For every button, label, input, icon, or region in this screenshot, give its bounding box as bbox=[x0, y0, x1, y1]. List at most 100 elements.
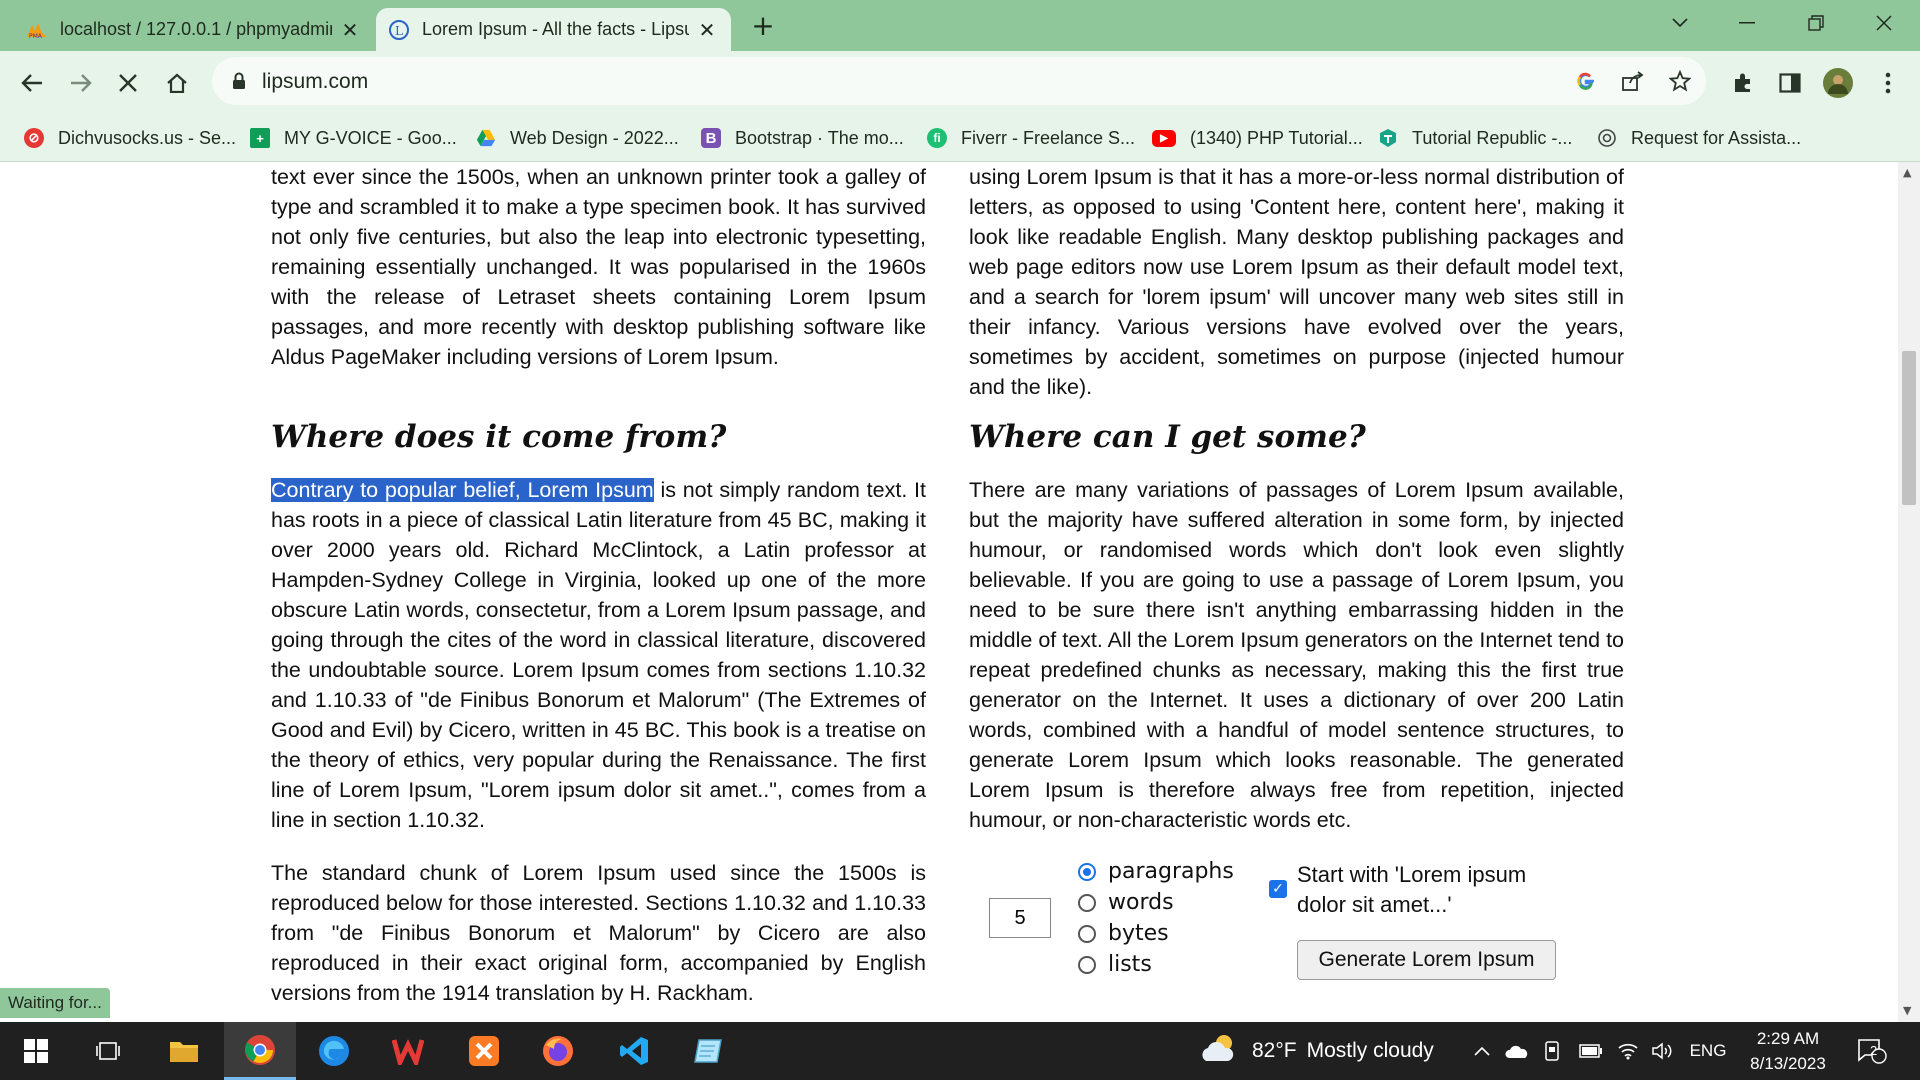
address-bar[interactable]: lipsum.com bbox=[212, 57, 1706, 105]
radio-label: bytes bbox=[1108, 921, 1169, 946]
back-arrow-icon[interactable] bbox=[14, 65, 50, 101]
side-panel-icon[interactable] bbox=[1772, 65, 1808, 101]
selected-text[interactable]: Contrary to popular belief, Lorem Ipsum bbox=[271, 478, 654, 502]
where-get-paragraph: There are many variations of passages of… bbox=[969, 478, 1624, 832]
bookmark-dichvusocks[interactable]: ⊘ Dichvusocks.us - Se... bbox=[24, 124, 236, 152]
where-from-text: is not simply random text. It has roots … bbox=[271, 478, 926, 832]
lock-icon[interactable] bbox=[226, 68, 252, 94]
file-explorer-icon[interactable] bbox=[148, 1022, 220, 1080]
clock-date: 8/13/2023 bbox=[1750, 1054, 1826, 1073]
stop-loading-icon[interactable] bbox=[110, 65, 146, 101]
forward-arrow-icon[interactable] bbox=[63, 65, 99, 101]
bookmark-label: MY G-VOICE - Goo... bbox=[284, 127, 457, 148]
extensions-puzzle-icon[interactable] bbox=[1725, 65, 1761, 101]
phpmyadmin-icon: PMA bbox=[26, 19, 48, 41]
chrome-menu-icon[interactable] bbox=[1870, 65, 1906, 101]
bookmark-bootstrap[interactable]: B Bootstrap · The mo... bbox=[701, 124, 904, 152]
chrome-taskbar-icon[interactable] bbox=[224, 1022, 296, 1080]
scrollbar-thumb[interactable] bbox=[1902, 351, 1916, 505]
bookmark-g-voice[interactable]: + MY G-VOICE - Goo... bbox=[250, 124, 457, 152]
svg-text:L: L bbox=[395, 24, 403, 38]
restore-icon[interactable] bbox=[1796, 8, 1836, 38]
edge-icon[interactable] bbox=[298, 1022, 370, 1080]
tutorial-republic-icon bbox=[1378, 128, 1398, 148]
radio-icon bbox=[1078, 893, 1096, 912]
battery-icon[interactable] bbox=[1578, 1038, 1604, 1064]
weather-desc: Mostly cloudy bbox=[1306, 1039, 1434, 1062]
radio-icon bbox=[1078, 924, 1096, 943]
weather-widget[interactable]: 82°F Mostly cloudy bbox=[1200, 1022, 1434, 1080]
radio-label: lists bbox=[1108, 952, 1152, 977]
tab-phpmyadmin[interactable]: PMA localhost / 127.0.0.1 / phpmyadmin ✕ bbox=[26, 8, 362, 51]
tab-strip: PMA localhost / 127.0.0.1 / phpmyadmin ✕… bbox=[0, 0, 1920, 51]
cloudy-weather-icon bbox=[1200, 1033, 1240, 1069]
bootstrap-icon: B bbox=[701, 128, 721, 148]
bookmark-php-tutorial[interactable]: ▶ (1340) PHP Tutorial... bbox=[1152, 124, 1363, 152]
share-icon[interactable] bbox=[1620, 68, 1646, 94]
google-lens-icon[interactable] bbox=[1573, 68, 1599, 94]
svg-text:PMA: PMA bbox=[29, 33, 43, 39]
radio-lists[interactable]: lists bbox=[1078, 952, 1152, 977]
new-tab-button[interactable]: + bbox=[748, 12, 778, 42]
bookmark-label: Web Design - 2022... bbox=[510, 127, 679, 148]
bookmark-label: Request for Assista... bbox=[1631, 127, 1802, 148]
close-tab-icon[interactable]: ✕ bbox=[338, 18, 362, 42]
notepad-icon[interactable] bbox=[672, 1022, 744, 1080]
bookmark-web-design[interactable]: Web Design - 2022... bbox=[476, 124, 679, 152]
youtube-icon: ▶ bbox=[1152, 129, 1176, 147]
page-content: text ever since the 1500s, when an unkno… bbox=[0, 162, 1898, 1022]
google-drive-icon bbox=[476, 128, 496, 148]
bookmark-fiverr[interactable]: fi Fiverr - Freelance S... bbox=[927, 124, 1135, 152]
notification-center-icon[interactable]: 2 bbox=[1852, 1038, 1892, 1064]
clock[interactable]: 2:29 AM 8/13/2023 bbox=[1738, 1026, 1838, 1076]
heading-where-from: Where does it come from? bbox=[271, 419, 727, 455]
bookmark-star-icon[interactable] bbox=[1667, 68, 1693, 94]
wifi-icon[interactable] bbox=[1616, 1038, 1640, 1064]
bookmark-label: Dichvusocks.us - Se... bbox=[58, 127, 237, 148]
show-hidden-icons-chevron-icon[interactable] bbox=[1470, 1038, 1494, 1064]
where-from-paragraph: Contrary to popular belief, Lorem Ipsum … bbox=[271, 475, 926, 835]
generate-button[interactable]: Generate Lorem Ipsum bbox=[1297, 940, 1556, 980]
why-use-paragraph: using Lorem Ipsum is that it has a more-… bbox=[969, 165, 1624, 399]
radio-icon bbox=[1078, 955, 1096, 974]
home-icon[interactable] bbox=[159, 65, 195, 101]
bookmark-request-assistance[interactable]: Request for Assista... bbox=[1597, 124, 1801, 152]
tab-lipsum[interactable]: L Lorem Ipsum - All the facts - Lipsum ✕ bbox=[376, 8, 731, 51]
vertical-scrollbar[interactable]: ▲ ▼ bbox=[1898, 162, 1920, 1022]
profile-avatar[interactable] bbox=[1820, 65, 1856, 101]
radio-words[interactable]: words bbox=[1078, 890, 1174, 915]
scroll-down-icon[interactable]: ▼ bbox=[1903, 1004, 1911, 1017]
status-bubble: Waiting for... bbox=[0, 988, 110, 1018]
close-tab-icon[interactable]: ✕ bbox=[695, 18, 719, 42]
notification-count: 2 bbox=[1870, 1043, 1878, 1058]
task-view-icon[interactable] bbox=[72, 1022, 144, 1080]
tab-title: Lorem Ipsum - All the facts - Lipsum bbox=[422, 19, 689, 39]
volume-icon[interactable] bbox=[1650, 1038, 1674, 1064]
radio-bytes[interactable]: bytes bbox=[1078, 921, 1169, 946]
bookmark-label: (1340) PHP Tutorial... bbox=[1190, 127, 1363, 148]
xampp-icon[interactable] bbox=[448, 1022, 520, 1080]
url-text[interactable]: lipsum.com bbox=[262, 70, 368, 94]
meet-now-icon[interactable] bbox=[1540, 1038, 1564, 1064]
bookmark-label: Fiverr - Freelance S... bbox=[961, 127, 1136, 148]
wps-office-icon[interactable] bbox=[372, 1022, 444, 1080]
vscode-icon[interactable] bbox=[598, 1022, 670, 1080]
start-with-checkbox[interactable]: ✓ bbox=[1269, 880, 1287, 898]
standard-chunk-paragraph: The standard chunk of Lorem Ipsum used s… bbox=[271, 861, 926, 1005]
close-window-icon[interactable] bbox=[1864, 8, 1904, 38]
radio-paragraphs[interactable]: paragraphs bbox=[1078, 859, 1234, 884]
heading-where-get: Where can I get some? bbox=[969, 419, 1366, 455]
amount-input[interactable]: 5 bbox=[989, 898, 1051, 938]
bookmark-tutorial-republic[interactable]: Tutorial Republic -... bbox=[1378, 124, 1572, 152]
history-paragraph: text ever since the 1500s, when an unkno… bbox=[271, 165, 926, 369]
openai-icon bbox=[1597, 128, 1617, 148]
onedrive-cloud-icon[interactable] bbox=[1504, 1038, 1530, 1064]
language-indicator[interactable]: ENG bbox=[1686, 1038, 1730, 1064]
start-windows-icon[interactable] bbox=[0, 1022, 72, 1080]
firefox-icon[interactable] bbox=[522, 1022, 594, 1080]
lipsum-favicon-icon: L bbox=[388, 19, 410, 41]
tab-search-icon[interactable] bbox=[1660, 8, 1700, 38]
minimize-icon[interactable] bbox=[1727, 8, 1767, 38]
tab-title: localhost / 127.0.0.1 / phpmyadmin bbox=[60, 19, 332, 39]
scroll-up-icon[interactable]: ▲ bbox=[1903, 166, 1911, 179]
